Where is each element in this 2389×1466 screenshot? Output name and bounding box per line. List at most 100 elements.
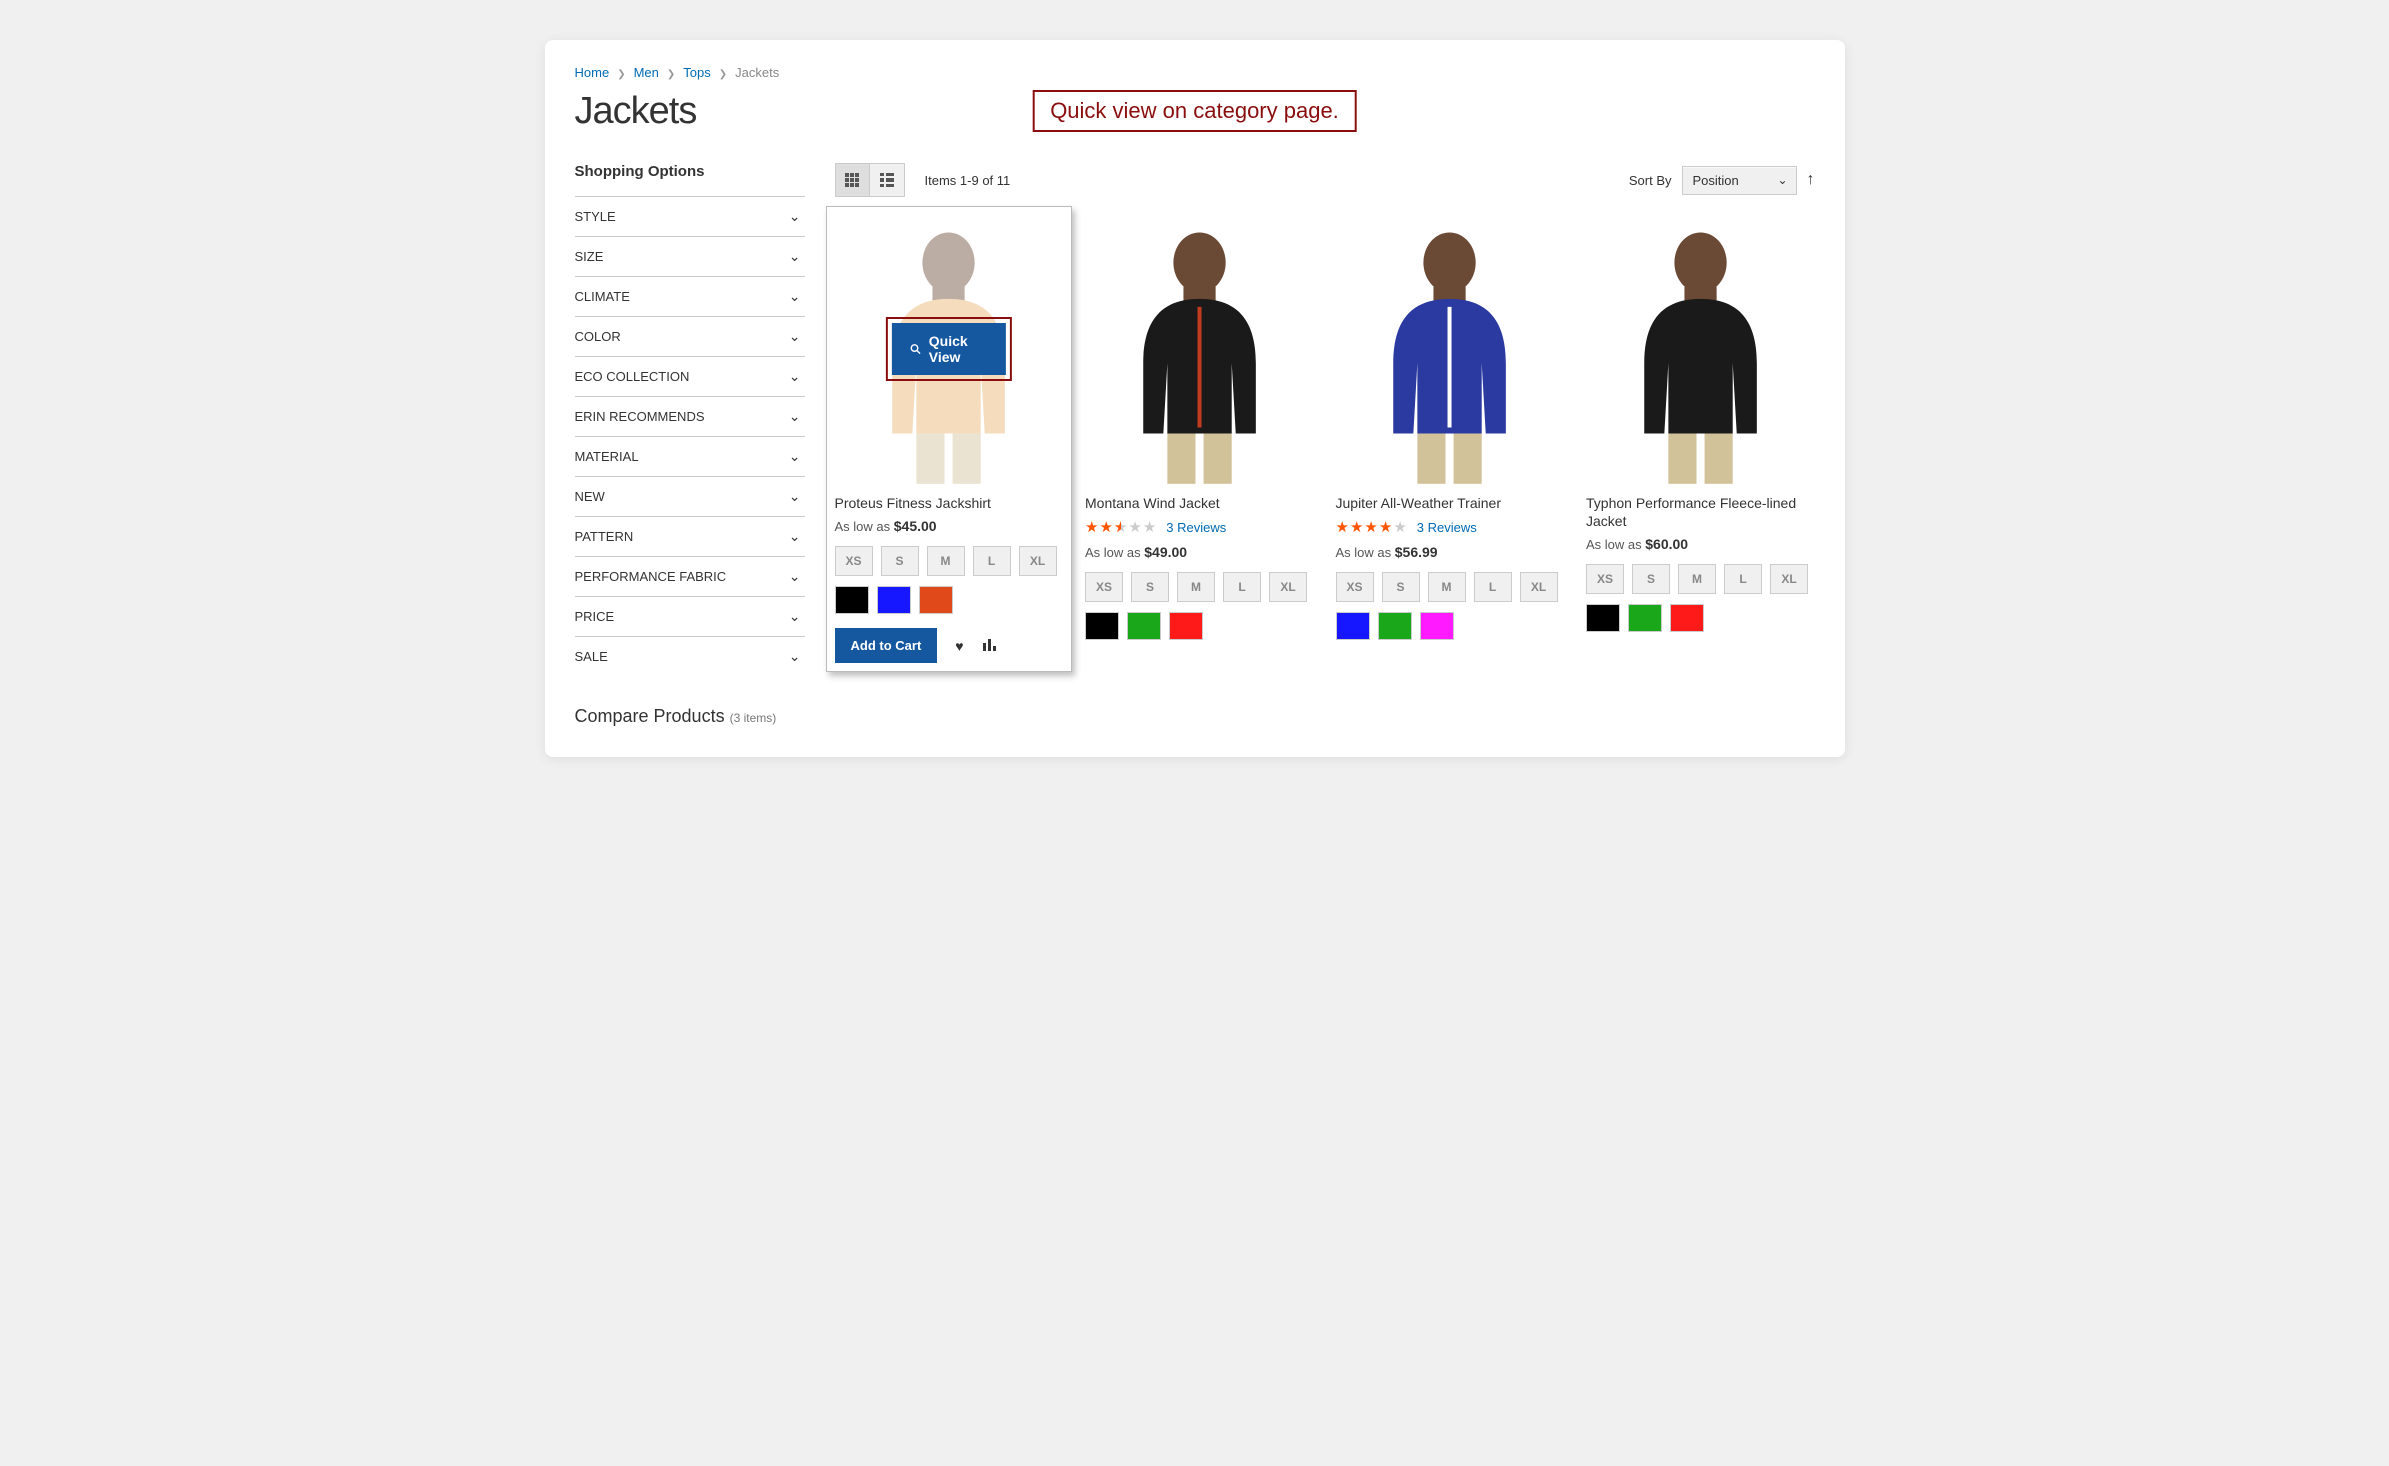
size-swatch[interactable]: XS [1586,564,1624,594]
breadcrumb-link[interactable]: Men [634,65,659,80]
list-view-button[interactable] [870,164,904,196]
star-icon: ★ [1128,518,1141,536]
color-swatch[interactable] [1378,612,1412,640]
price: As low as $45.00 [835,518,1064,534]
chevron-down-icon: ⌄ [789,368,801,385]
quick-view-button[interactable]: Quick View [892,323,1006,375]
compare-icon[interactable] [982,637,998,654]
chevron-down-icon: ⌄ [789,568,801,585]
product-image[interactable] [1085,215,1314,484]
product-image[interactable]: Quick View [835,215,1064,484]
star-icon: ★ [1143,518,1156,536]
size-swatch[interactable]: XS [1085,572,1123,602]
product-name[interactable]: Jupiter All-Weather Trainer [1336,494,1565,512]
color-swatch[interactable] [1670,604,1704,632]
color-swatch[interactable] [1336,612,1370,640]
star-icon: ★ [1393,518,1406,536]
color-swatch[interactable] [835,586,869,614]
sort-direction-button[interactable]: ↑ [1807,171,1815,189]
product-name[interactable]: Proteus Fitness Jackshirt [835,494,1064,512]
product-card[interactable]: Montana Wind Jacket★★★★★3 ReviewsAs low … [1085,215,1314,663]
product-name[interactable]: Typhon Performance Fleece-lined Jacket [1586,494,1815,530]
filter-label: PATTERN [575,529,634,544]
add-to-cart-button[interactable]: Add to Cart [835,628,938,663]
color-swatch[interactable] [1586,604,1620,632]
actions-row: Add to Cart ♥ [835,628,1064,663]
breadcrumb-link[interactable]: Home [575,65,610,80]
color-swatch[interactable] [1420,612,1454,640]
chevron-down-icon: ⌄ [789,208,801,225]
product-card[interactable]: Jupiter All-Weather Trainer★★★★★3 Review… [1336,215,1565,663]
size-swatch[interactable]: S [1382,572,1420,602]
size-swatch[interactable]: M [1678,564,1716,594]
chevron-down-icon: ⌄ [789,448,801,465]
star-icon: ★ [1364,518,1377,536]
color-swatch[interactable] [1169,612,1203,640]
color-swatch[interactable] [1628,604,1662,632]
filter-label: PRICE [575,609,615,624]
reviews-link[interactable]: 3 Reviews [1417,520,1477,535]
size-swatch[interactable]: L [973,546,1011,576]
toolbar-amount: Items 1-9 of 11 [925,173,1011,188]
size-swatch[interactable]: M [1428,572,1466,602]
color-swatch[interactable] [1085,612,1119,640]
size-swatch[interactable]: S [881,546,919,576]
chevron-down-icon: ⌄ [789,528,801,545]
size-swatch[interactable]: XL [1770,564,1808,594]
chevron-down-icon: ⌄ [789,328,801,345]
size-swatch[interactable]: L [1223,572,1261,602]
color-swatch[interactable] [919,586,953,614]
product-grid: Quick View Proteus Fitness Jackshirt As lo… [835,215,1815,663]
filter-item[interactable]: PATTERN ⌄ [575,516,805,556]
filter-item[interactable]: NEW⌄ [575,476,805,516]
product-card[interactable]: Quick View Proteus Fitness Jackshirt As lo… [826,206,1073,672]
filter-item[interactable]: MATERIAL⌄ [575,436,805,476]
filter-item[interactable]: COLOR⌄ [575,316,805,356]
breadcrumb-link[interactable]: Tops [683,65,710,80]
color-swatches [1336,612,1565,640]
product-card[interactable]: Typhon Performance Fleece-lined JacketAs… [1586,215,1815,663]
filter-item[interactable]: CLIMATE⌄ [575,276,805,316]
filter-label: ECO COLLECTION [575,369,690,384]
product-image[interactable] [1586,215,1815,484]
price: As low as $49.00 [1085,544,1314,560]
product-image[interactable] [1336,215,1565,484]
color-swatch[interactable] [877,586,911,614]
size-swatch[interactable]: M [927,546,965,576]
size-swatch[interactable]: S [1131,572,1169,602]
filter-item[interactable]: ERIN RECOMMENDS⌄ [575,396,805,436]
grid-view-button[interactable] [836,164,870,196]
filter-item[interactable]: SIZE⌄ [575,236,805,276]
reviews-link[interactable]: 3 Reviews [1166,520,1226,535]
size-swatch[interactable]: M [1177,572,1215,602]
rating-row: ★★★★★3 Reviews [1085,518,1314,536]
filter-item[interactable]: PERFORMANCE FABRIC⌄ [575,556,805,596]
compare-products[interactable]: Compare Products (3 items) [575,706,805,727]
product-name[interactable]: Montana Wind Jacket [1085,494,1314,512]
filter-item[interactable]: STYLE⌄ [575,196,805,236]
size-swatch[interactable]: XL [1269,572,1307,602]
size-swatch[interactable]: XL [1520,572,1558,602]
size-swatch[interactable]: XS [835,546,873,576]
breadcrumb-current: Jackets [735,65,779,80]
color-swatches [835,586,1064,614]
star-icon: ★ [1085,518,1098,536]
size-swatch[interactable]: S [1632,564,1670,594]
size-swatch[interactable]: L [1474,572,1512,602]
sort-by-select[interactable]: Position ⌄ [1682,166,1797,195]
wishlist-icon[interactable]: ♥ [955,638,963,654]
shopping-options-title: Shopping Options [575,163,805,180]
filter-item[interactable]: SALE⌄ [575,636,805,676]
filter-list: STYLE⌄SIZE⌄CLIMATE⌄COLOR⌄ ECO COLLECTION ⌄… [575,196,805,676]
chevron-down-icon: ⌄ [789,408,801,425]
chevron-down-icon: ⌄ [789,488,801,505]
size-swatch[interactable]: XS [1336,572,1374,602]
size-swatches: XS SML XL [1586,564,1815,594]
filter-item[interactable]: ECO COLLECTION ⌄ [575,356,805,396]
filter-item[interactable]: PRICE⌄ [575,596,805,636]
rating-row: ★★★★★3 Reviews [1336,518,1565,536]
size-swatch[interactable]: XL [1019,546,1057,576]
size-swatch[interactable]: L [1724,564,1762,594]
sort-by-label: Sort By [1629,173,1672,188]
color-swatch[interactable] [1127,612,1161,640]
